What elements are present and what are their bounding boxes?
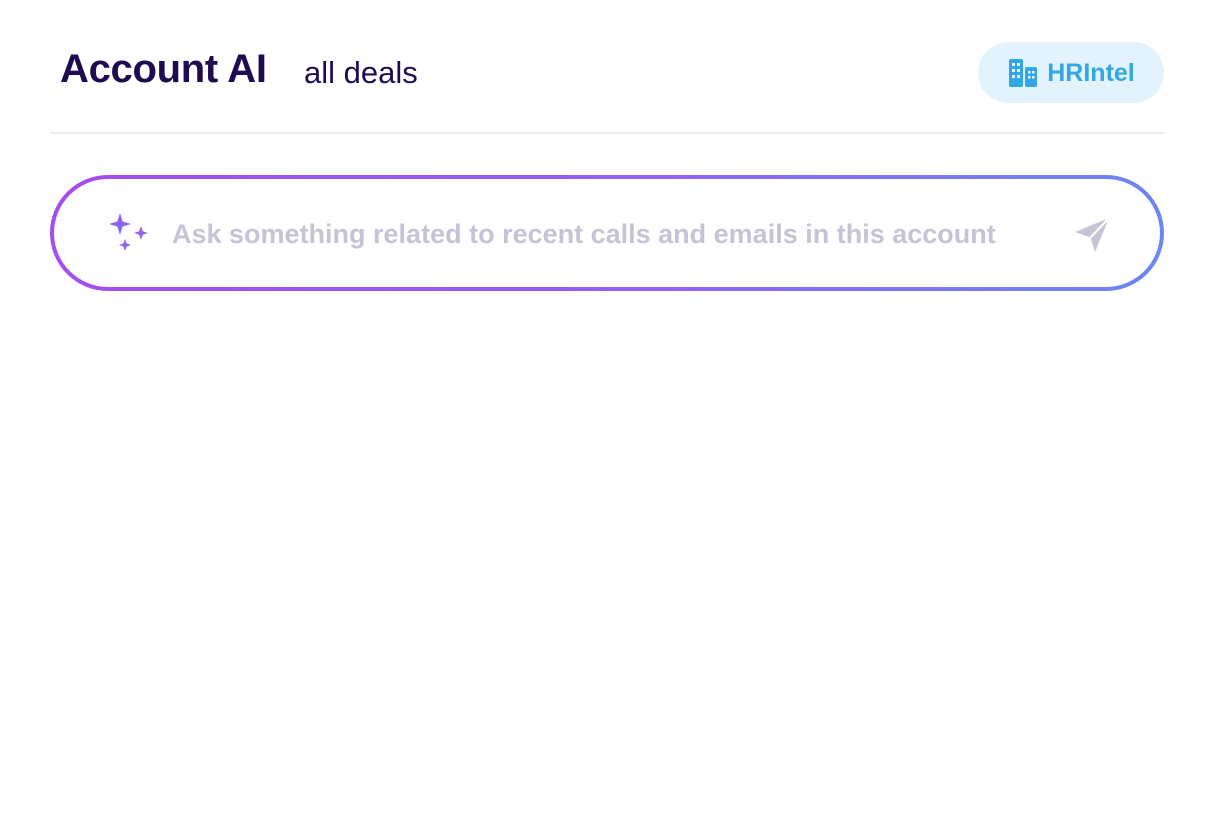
header: Account AI all deals HRIntel xyxy=(50,40,1164,106)
account-ai-page: Account AI all deals HRIntel Ask somethi… xyxy=(0,0,1216,818)
sparkle-icon xyxy=(106,211,152,257)
account-chip[interactable]: HRIntel xyxy=(978,42,1164,103)
deal-scope-label: all deals xyxy=(304,55,418,90)
send-button[interactable] xyxy=(1072,215,1112,255)
ask-input[interactable] xyxy=(172,207,1062,261)
building-icon xyxy=(1007,57,1039,89)
page-title: Account AI xyxy=(60,47,267,91)
header-divider xyxy=(50,132,1165,134)
ask-box-inner xyxy=(54,179,1160,287)
send-icon xyxy=(1072,217,1112,258)
ask-box[interactable] xyxy=(50,175,1164,291)
account-name: HRIntel xyxy=(1047,58,1135,87)
